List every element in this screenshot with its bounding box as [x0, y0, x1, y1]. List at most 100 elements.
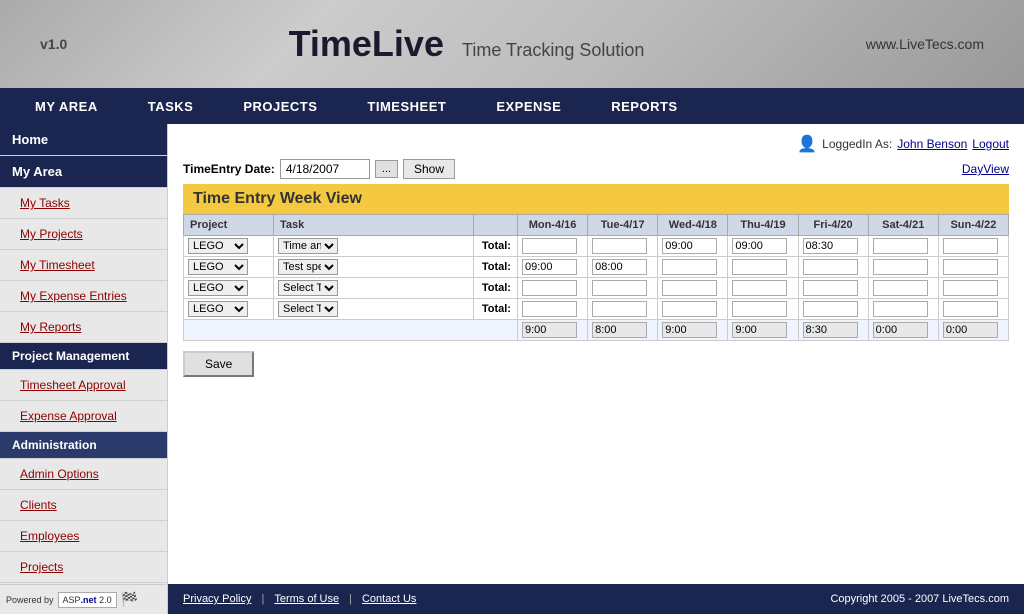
task-select[interactable]: Select Tasks	[278, 280, 338, 296]
mon-input[interactable]	[522, 301, 577, 317]
totals-row	[184, 320, 1009, 341]
sun-input[interactable]	[943, 259, 998, 275]
sat-input[interactable]	[873, 301, 928, 317]
sat-input[interactable]	[873, 238, 928, 254]
sun-input[interactable]	[943, 238, 998, 254]
contact-us-link[interactable]: Contact Us	[362, 593, 416, 605]
task-select[interactable]: Test specification and plan	[278, 259, 338, 275]
wed-input[interactable]	[662, 280, 717, 296]
col-wed: Wed-4/18	[658, 215, 728, 236]
time-entry-table: Project Task Mon-4/16 Tue-4/17 Wed-4/18 …	[183, 214, 1009, 341]
sidebar-projects[interactable]: Projects	[0, 552, 167, 583]
sidebar-my-projects[interactable]: My Projects	[0, 219, 167, 250]
sidebar-my-area[interactable]: My Area	[0, 156, 167, 188]
tue-input[interactable]	[592, 238, 647, 254]
day-view-link[interactable]: DayView	[962, 162, 1009, 176]
fri-cell	[798, 299, 868, 320]
aspnet-badge: ASP.net 2.0	[58, 592, 117, 608]
sat-cell	[868, 236, 938, 257]
total-mon-input	[522, 322, 577, 338]
date-label: TimeEntry Date:	[183, 162, 275, 176]
thu-input[interactable]	[732, 238, 787, 254]
nav-expense[interactable]: EXPENSE	[471, 88, 586, 124]
project-select[interactable]: LEGO	[188, 301, 248, 317]
total-label: Total:	[474, 236, 518, 257]
thu-input[interactable]	[732, 301, 787, 317]
nav-my-area[interactable]: MY AREA	[10, 88, 123, 124]
terms-of-use-link[interactable]: Terms of Use	[274, 593, 339, 605]
time-entry-header: Time Entry Week View	[183, 184, 1009, 214]
powered-by-label: Powered by	[6, 595, 54, 605]
fri-input[interactable]	[803, 280, 858, 296]
wed-cell	[658, 299, 728, 320]
nav-reports[interactable]: REPORTS	[586, 88, 702, 124]
sidebar-timesheet-approval[interactable]: Timesheet Approval	[0, 370, 167, 401]
project-select[interactable]: LEGO	[188, 238, 248, 254]
thu-cell	[728, 278, 798, 299]
tue-input[interactable]	[592, 301, 647, 317]
sat-cell	[868, 299, 938, 320]
mon-input[interactable]	[522, 259, 577, 275]
mon-input[interactable]	[522, 280, 577, 296]
fri-input[interactable]	[803, 238, 858, 254]
powered-by: Powered by ASP.net 2.0 🏁	[0, 584, 168, 614]
nav-projects[interactable]: PROJECTS	[218, 88, 342, 124]
sidebar: Home My Area My Tasks My Projects My Tim…	[0, 124, 168, 584]
tue-input[interactable]	[592, 259, 647, 275]
task-cell: Test specification and plan	[274, 257, 474, 278]
nav-tasks[interactable]: TASKS	[123, 88, 219, 124]
task-select[interactable]: Time and resource plan	[278, 238, 338, 254]
logout-link[interactable]: Logout	[972, 137, 1009, 151]
total-wed-input	[662, 322, 717, 338]
table-row: LEGO Time and resource plan Total:	[184, 236, 1009, 257]
user-name-link[interactable]: John Benson	[897, 137, 967, 151]
top-bar: 👤 LoggedIn As: John Benson Logout	[183, 134, 1009, 154]
main-layout: Home My Area My Tasks My Projects My Tim…	[0, 124, 1024, 584]
tue-input[interactable]	[592, 280, 647, 296]
thu-cell	[728, 299, 798, 320]
sidebar-expense-approval[interactable]: Expense Approval	[0, 401, 167, 432]
fri-input[interactable]	[803, 259, 858, 275]
sidebar-my-timesheet[interactable]: My Timesheet	[0, 250, 167, 281]
col-thu: Thu-4/19	[728, 215, 798, 236]
task-select[interactable]: Select Tasks	[278, 301, 338, 317]
app-title: TimeLive Time Tracking Solution	[289, 23, 645, 65]
project-select[interactable]: LEGO	[188, 280, 248, 296]
user-icon: 👤	[797, 134, 817, 154]
sidebar-home[interactable]: Home	[0, 124, 167, 156]
sidebar-employees[interactable]: Employees	[0, 521, 167, 552]
mon-input[interactable]	[522, 238, 577, 254]
sidebar-my-reports[interactable]: My Reports	[0, 312, 167, 343]
show-button[interactable]: Show	[403, 159, 455, 179]
sidebar-clients[interactable]: Clients	[0, 490, 167, 521]
col-sun: Sun-4/22	[938, 215, 1008, 236]
main-navbar: MY AREA TASKS PROJECTS TIMESHEET EXPENSE…	[0, 88, 1024, 124]
sun-input[interactable]	[943, 280, 998, 296]
sun-input[interactable]	[943, 301, 998, 317]
sidebar-my-expense-entries[interactable]: My Expense Entries	[0, 281, 167, 312]
wed-input[interactable]	[662, 238, 717, 254]
privacy-policy-link[interactable]: Privacy Policy	[183, 593, 251, 605]
sat-input[interactable]	[873, 280, 928, 296]
col-fri: Fri-4/20	[798, 215, 868, 236]
footer: Privacy Policy | Terms of Use | Contact …	[168, 584, 1024, 614]
sidebar-my-tasks[interactable]: My Tasks	[0, 188, 167, 219]
wed-input[interactable]	[662, 301, 717, 317]
nav-timesheet[interactable]: TIMESHEET	[342, 88, 471, 124]
thu-input[interactable]	[732, 280, 787, 296]
col-task: Task	[274, 215, 474, 236]
wed-input[interactable]	[662, 259, 717, 275]
project-select[interactable]: LEGO	[188, 259, 248, 275]
calendar-button[interactable]: ...	[375, 160, 398, 178]
project-cell: LEGO	[184, 299, 274, 320]
sidebar-admin-options[interactable]: Admin Options	[0, 459, 167, 490]
date-input[interactable]	[280, 159, 370, 179]
tue-cell	[588, 278, 658, 299]
save-button[interactable]: Save	[183, 351, 254, 377]
date-bar-left: TimeEntry Date: ... Show	[183, 159, 455, 179]
thu-input[interactable]	[732, 259, 787, 275]
sun-cell	[938, 257, 1008, 278]
total-thu	[728, 320, 798, 341]
fri-input[interactable]	[803, 301, 858, 317]
sat-input[interactable]	[873, 259, 928, 275]
